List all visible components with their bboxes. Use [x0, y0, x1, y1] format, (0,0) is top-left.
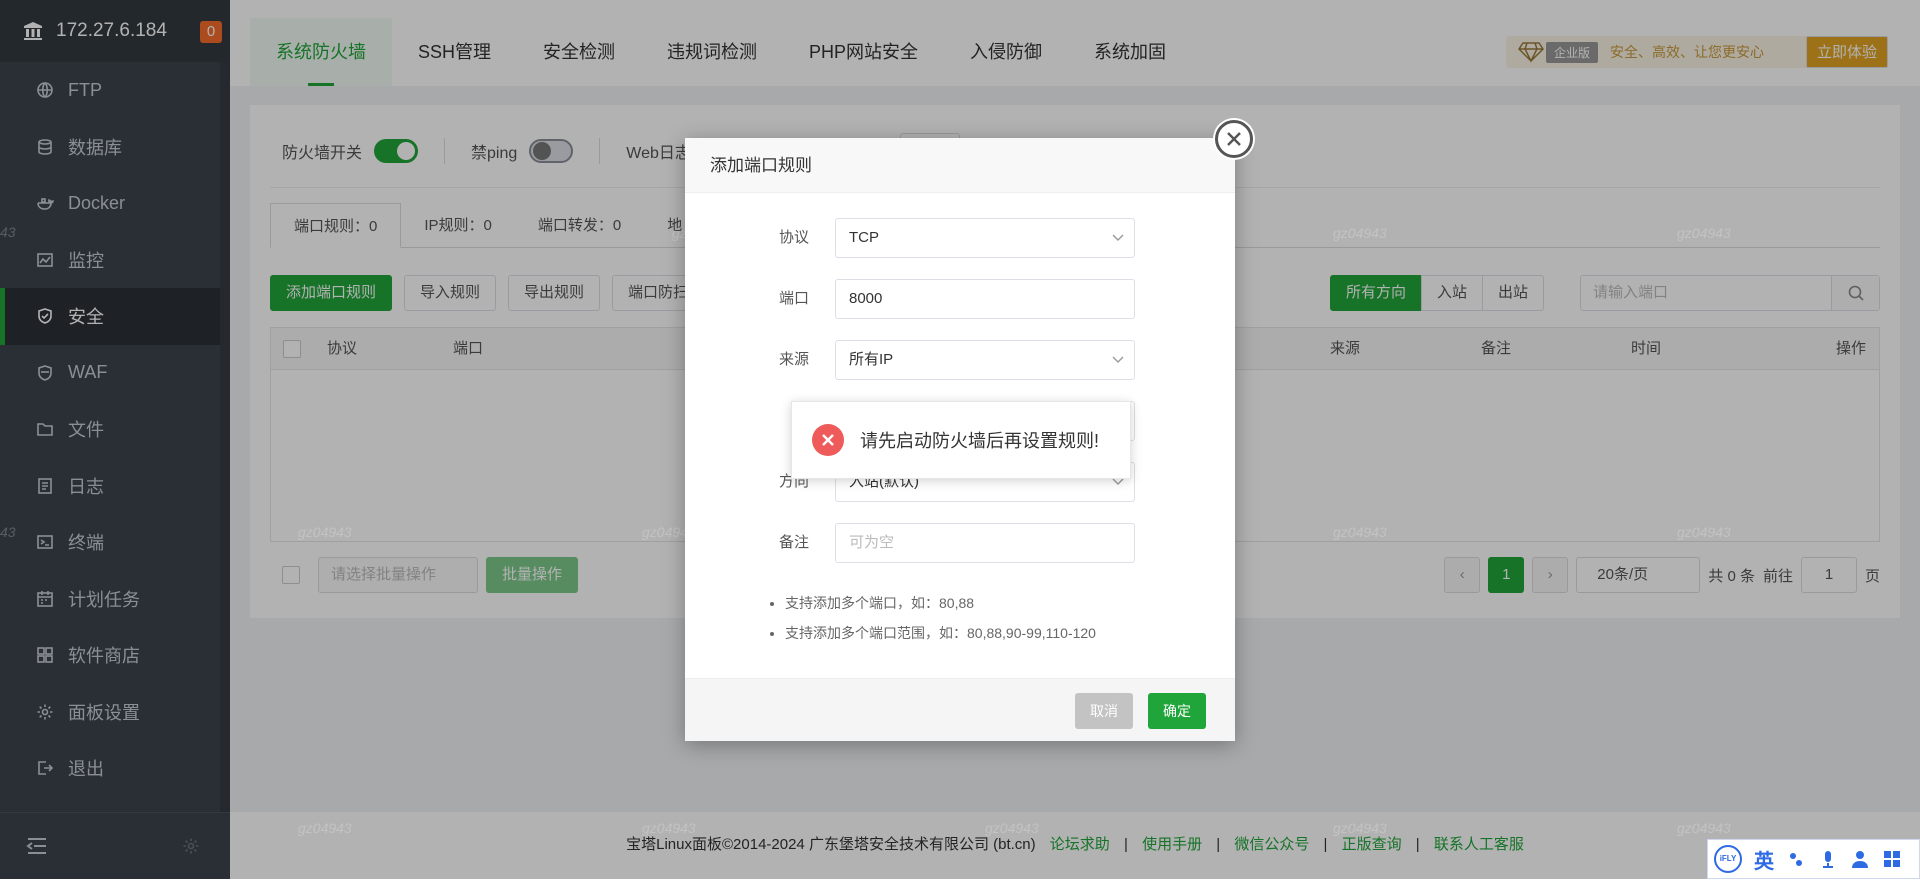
confirm-button[interactable]: 确定 — [1148, 693, 1206, 729]
punctuation-icon[interactable] — [1786, 849, 1806, 869]
source-value: 所有IP — [849, 351, 894, 368]
port-label: 端口 — [778, 290, 809, 307]
dialog-title: 添加端口规则 — [685, 138, 1235, 193]
protocol-value: TCP — [849, 229, 879, 246]
watermark: gz04943 — [1333, 820, 1387, 836]
watermark: gz04943 — [1677, 524, 1731, 540]
ime-language-toggle[interactable]: 英 — [1754, 845, 1774, 874]
tip-item: 支持添加多个端口，如：80,88 — [785, 593, 1096, 613]
watermark: 43 — [0, 224, 16, 240]
watermark: gz04943 — [298, 820, 352, 836]
source-select[interactable]: 所有IP — [835, 340, 1135, 380]
microphone-icon[interactable] — [1818, 849, 1838, 869]
watermark: gz04943 — [298, 524, 352, 540]
dialog-footer: 取消 确定 — [685, 678, 1235, 741]
protocol-select[interactable]: TCP — [835, 218, 1135, 258]
error-toast: 请先启动防火墙后再设置规则! — [791, 401, 1131, 479]
grid-menu-icon[interactable] — [1882, 849, 1902, 869]
chevron-down-icon — [1112, 478, 1124, 485]
watermark: gz04943 — [985, 820, 1039, 836]
chevron-down-icon — [1112, 356, 1124, 363]
close-icon — [1227, 132, 1241, 146]
watermark: gz04943 — [1677, 225, 1731, 241]
tip-item: 支持添加多个端口范围，如：80,88,90-99,110-120 — [785, 623, 1096, 643]
watermark: gz04943 — [1333, 524, 1387, 540]
port-tips: 支持添加多个端口，如：80,88 支持添加多个端口范围，如：80,88,90-9… — [765, 593, 1096, 653]
watermark: gz04943 — [1333, 225, 1387, 241]
error-icon — [812, 424, 844, 456]
cancel-button[interactable]: 取消 — [1075, 693, 1133, 729]
watermark: gz04943 — [1677, 820, 1731, 836]
remark-input[interactable]: 可为空 — [835, 523, 1135, 563]
watermark: gz04943 — [642, 820, 696, 836]
source-row: 来源 所有IP — [685, 340, 1235, 380]
chevron-down-icon — [1112, 234, 1124, 241]
ime-logo-icon[interactable]: iFLY — [1714, 845, 1742, 873]
ime-toolbar: iFLY 英 — [1707, 839, 1920, 879]
user-icon[interactable] — [1850, 849, 1870, 869]
protocol-row: 协议 TCP — [685, 218, 1235, 258]
remark-label: 备注 — [778, 534, 809, 551]
watermark: 43 — [0, 524, 16, 540]
port-input[interactable]: 8000 — [835, 279, 1135, 319]
remark-row: 备注 可为空 — [685, 523, 1235, 563]
toast-message: 请先启动防火墙后再设置规则! — [860, 431, 1099, 451]
port-row: 端口 8000 — [685, 279, 1235, 319]
protocol-label: 协议 — [778, 229, 809, 246]
source-label: 来源 — [778, 351, 809, 368]
dialog-close-button[interactable] — [1215, 120, 1253, 158]
